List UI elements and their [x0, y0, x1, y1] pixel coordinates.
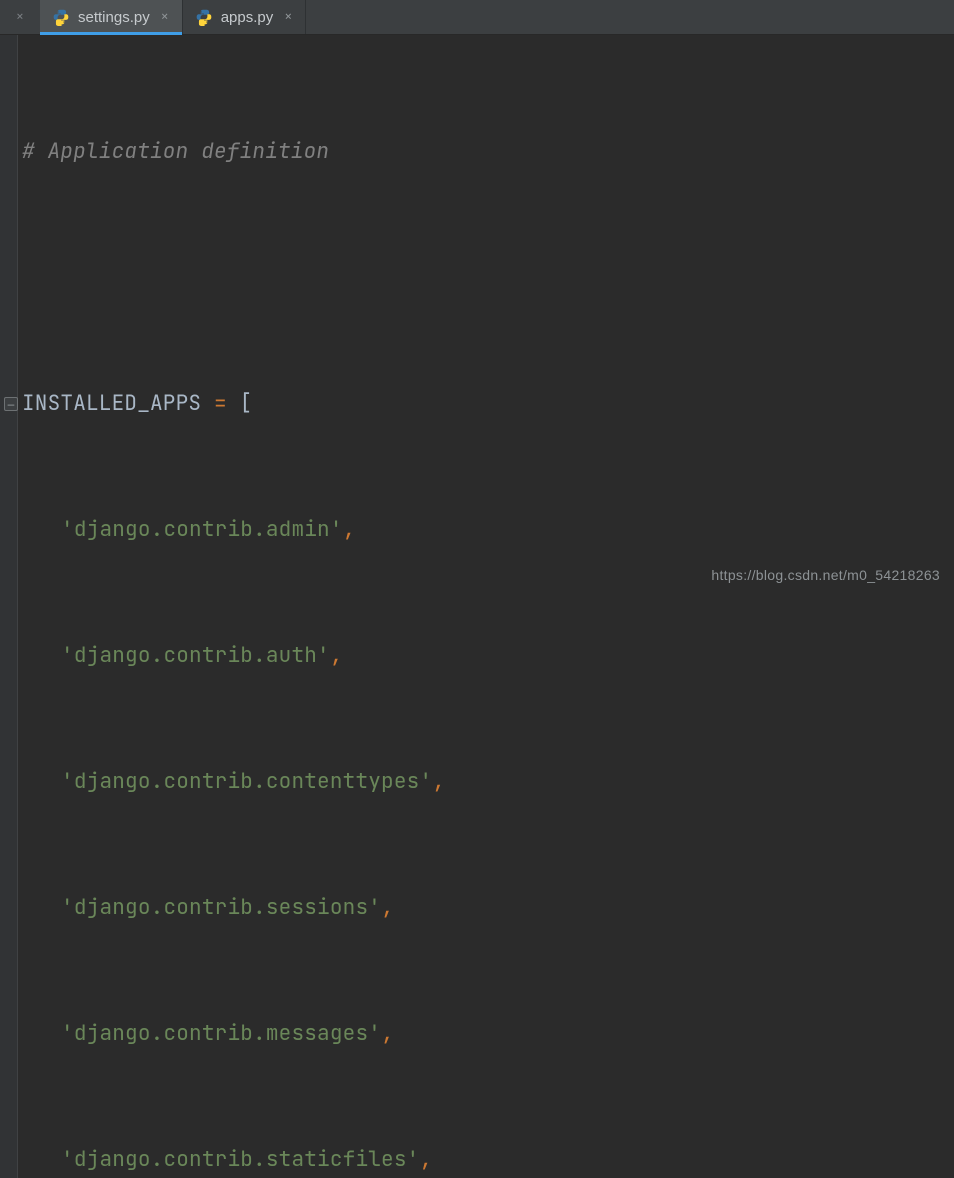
comma: , — [432, 768, 445, 795]
fold-toggle-icon[interactable]: – — [4, 397, 18, 411]
operator: = — [214, 390, 227, 417]
code-line: –INSTALLED_APPS = [ — [22, 383, 954, 425]
tab-apps-py[interactable]: apps.py × — [183, 0, 307, 34]
tab-label: apps.py — [221, 9, 274, 26]
python-file-icon — [52, 8, 70, 26]
tab-settings-py[interactable]: settings.py × — [40, 0, 183, 34]
code-line — [22, 257, 954, 299]
string-literal: 'django.contrib.admin' — [61, 516, 343, 543]
close-icon[interactable]: × — [158, 8, 172, 26]
close-icon[interactable]: × — [281, 8, 295, 26]
editor-tab-bar: × settings.py × apps.py × — [0, 0, 954, 35]
gutter — [0, 35, 18, 1178]
string-literal: 'django.contrib.contenttypes' — [61, 768, 432, 795]
comma: , — [419, 1146, 432, 1173]
tab-prev-close-icon[interactable]: × — [0, 0, 40, 34]
comma: , — [343, 516, 356, 543]
comma: , — [330, 642, 343, 669]
code-line: 'django.contrib.contenttypes', — [22, 761, 954, 803]
code-line: 'django.contrib.staticfiles', — [22, 1139, 954, 1178]
tab-label: settings.py — [78, 9, 150, 26]
comment-text: # Application definition — [22, 138, 329, 165]
code-line: 'django.contrib.sessions', — [22, 887, 954, 929]
identifier: INSTALLED_APPS — [22, 390, 214, 417]
python-file-icon — [195, 8, 213, 26]
comma: , — [381, 1020, 394, 1047]
comma: , — [381, 894, 394, 921]
watermark-text: https://blog.csdn.net/m0_54218263 — [711, 567, 940, 583]
string-literal: 'django.contrib.messages' — [61, 1020, 381, 1047]
code-editor[interactable]: # Application definition –INSTALLED_APPS… — [0, 35, 954, 1178]
code-line: 'django.contrib.messages', — [22, 1013, 954, 1055]
code-line: # Application definition — [22, 131, 954, 173]
string-literal: 'django.contrib.staticfiles' — [61, 1146, 419, 1173]
code-area[interactable]: # Application definition –INSTALLED_APPS… — [0, 47, 954, 1178]
bracket: [ — [227, 390, 253, 417]
string-literal: 'django.contrib.auth' — [61, 642, 330, 669]
code-line: 'django.contrib.admin', — [22, 509, 954, 551]
string-literal: 'django.contrib.sessions' — [61, 894, 381, 921]
code-line: 'django.contrib.auth', — [22, 635, 954, 677]
